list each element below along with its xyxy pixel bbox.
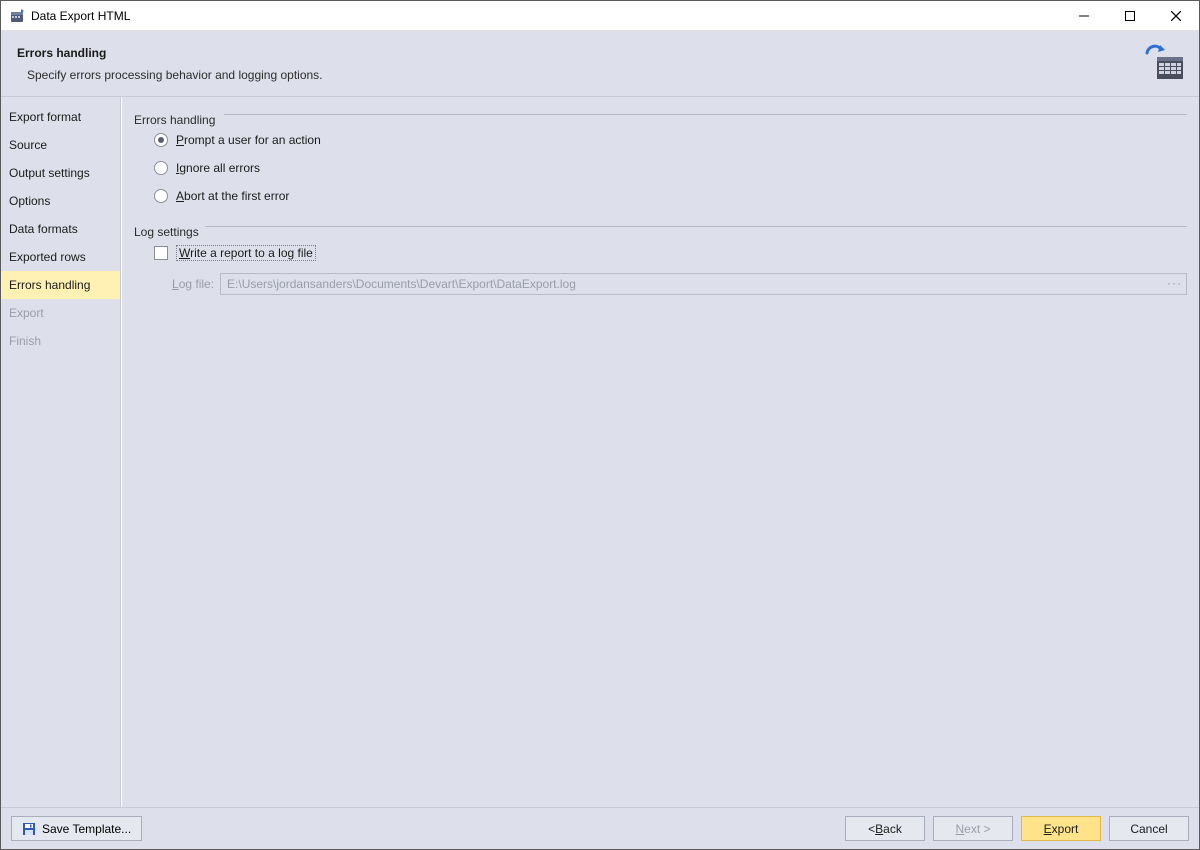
nav-errors-handling[interactable]: Errors handling xyxy=(1,271,120,299)
checkbox-write-log-label: Write a report to a log file xyxy=(176,245,316,261)
nav-exported-rows[interactable]: Exported rows xyxy=(1,243,120,271)
app-icon xyxy=(9,8,25,24)
maximize-icon xyxy=(1125,11,1135,21)
errors-handling-legend: Errors handling xyxy=(134,113,221,127)
log-settings-group: Log settings Write a report to a log fil… xyxy=(134,226,1187,305)
page-description: Specify errors processing behavior and l… xyxy=(27,68,323,82)
radio-ignore-label: Ignore all errors xyxy=(176,161,260,175)
errors-handling-group: Errors handling Prompt a user for an act… xyxy=(134,114,1187,219)
save-icon xyxy=(22,822,36,836)
minimize-icon xyxy=(1079,11,1089,21)
radio-prompt-label: Prompt a user for an action xyxy=(176,133,321,147)
radio-icon xyxy=(154,161,168,175)
log-file-value: E:\Users\jordansanders\Documents\Devart\… xyxy=(227,277,576,291)
log-file-input: E:\Users\jordansanders\Documents\Devart\… xyxy=(220,273,1187,295)
nav-finish: Finish xyxy=(1,327,120,355)
footer-bar: Save Template... < Back Next > Export Ca… xyxy=(1,807,1199,849)
radio-icon xyxy=(154,189,168,203)
export-icon xyxy=(1145,43,1185,83)
radio-abort-label: Abort at the first error xyxy=(176,189,289,203)
save-template-button[interactable]: Save Template... xyxy=(11,816,142,841)
nav-export-format[interactable]: Export format xyxy=(1,103,120,131)
radio-abort-first-error[interactable]: Abort at the first error xyxy=(154,189,1187,203)
cancel-button[interactable]: Cancel xyxy=(1109,816,1189,841)
nav-source[interactable]: Source xyxy=(1,131,120,159)
log-settings-legend: Log settings xyxy=(134,225,205,239)
radio-prompt-user[interactable]: Prompt a user for an action xyxy=(154,133,1187,147)
export-button[interactable]: Export xyxy=(1021,816,1101,841)
close-button[interactable] xyxy=(1153,1,1199,31)
content-panel: Errors handling Prompt a user for an act… xyxy=(121,97,1199,807)
nav-data-formats[interactable]: Data formats xyxy=(1,215,120,243)
wizard-sidebar: Export format Source Output settings Opt… xyxy=(1,97,121,807)
nav-export: Export xyxy=(1,299,120,327)
header-band: Errors handling Specify errors processin… xyxy=(1,31,1199,97)
checkbox-write-log[interactable]: Write a report to a log file xyxy=(154,245,1187,261)
page-title: Errors handling xyxy=(17,46,323,60)
nav-options[interactable]: Options xyxy=(1,187,120,215)
checkbox-icon xyxy=(154,246,168,260)
browse-ellipsis-button: ··· xyxy=(1167,276,1182,290)
window-title: Data Export HTML xyxy=(31,9,130,23)
next-button: Next > xyxy=(933,816,1013,841)
radio-ignore-errors[interactable]: Ignore all errors xyxy=(154,161,1187,175)
titlebar: Data Export HTML xyxy=(1,1,1199,31)
log-file-label: Log file: xyxy=(172,277,214,291)
minimize-button[interactable] xyxy=(1061,1,1107,31)
close-icon xyxy=(1171,11,1181,21)
save-template-label: Save Template... xyxy=(42,822,131,836)
back-button[interactable]: < Back xyxy=(845,816,925,841)
nav-output-settings[interactable]: Output settings xyxy=(1,159,120,187)
radio-icon xyxy=(154,133,168,147)
maximize-button[interactable] xyxy=(1107,1,1153,31)
